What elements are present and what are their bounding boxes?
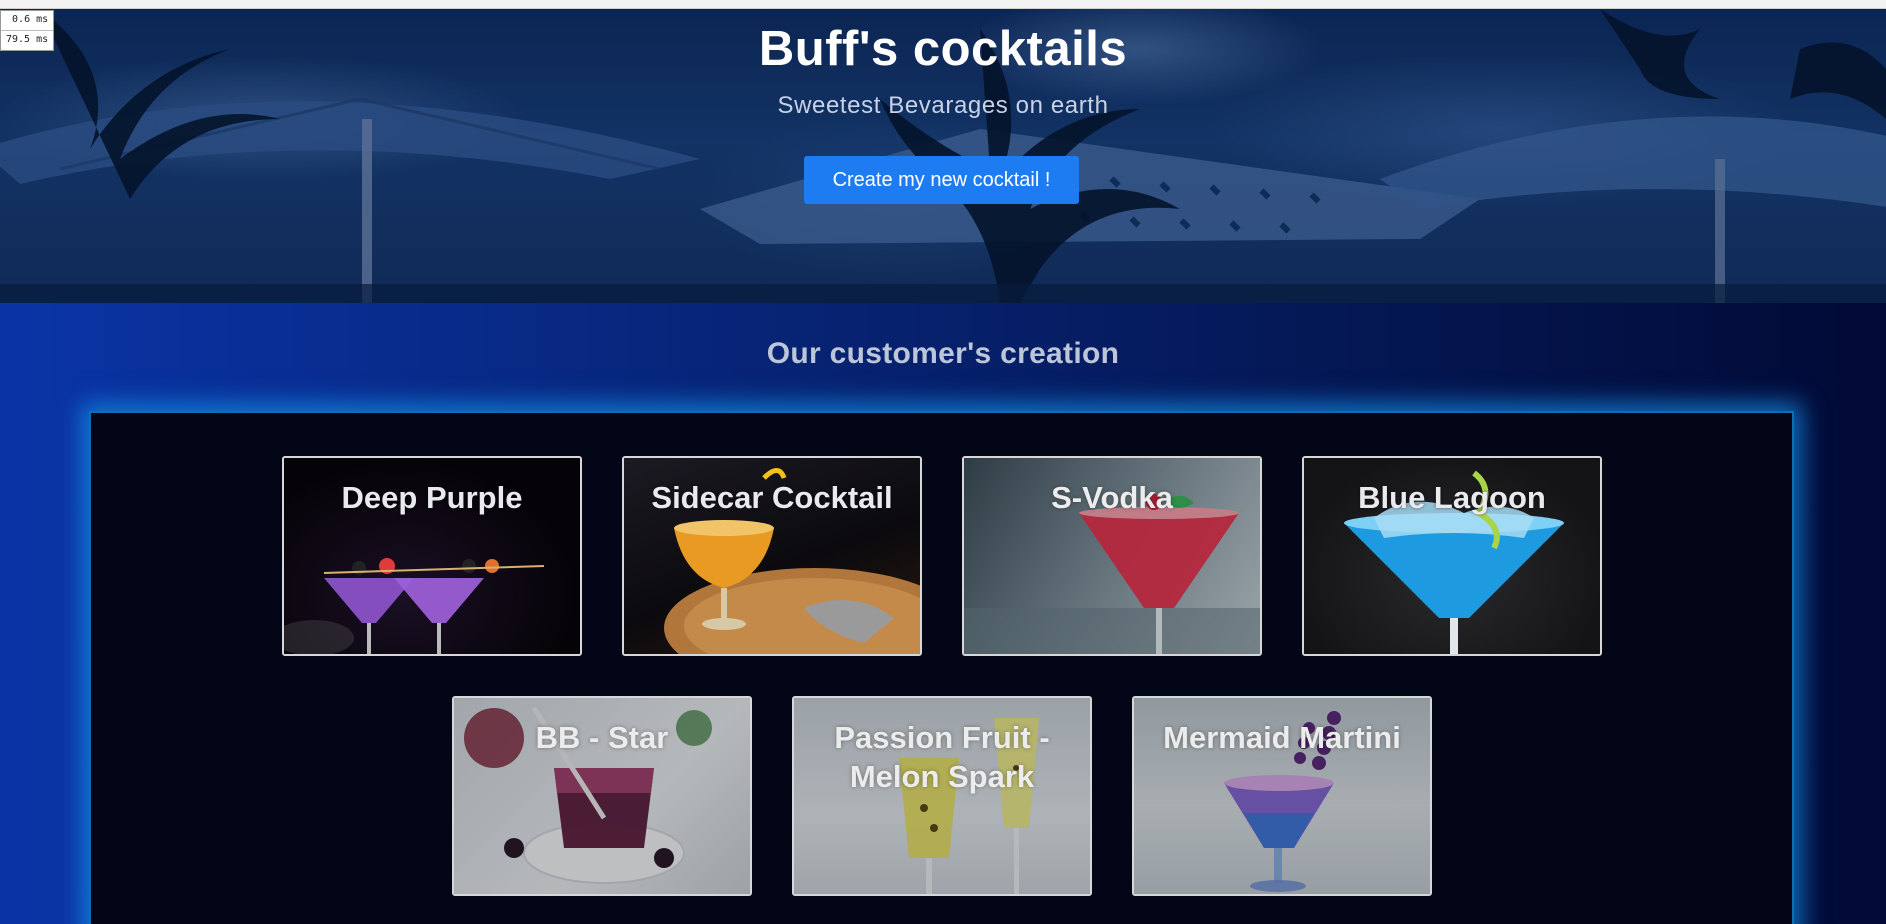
perf-line-1: 0.6 ms <box>12 14 49 25</box>
cocktail-card-deep-purple[interactable]: Deep Purple <box>282 456 582 656</box>
site-tagline: Sweetest Bevarages on earth <box>777 92 1109 119</box>
creations-section: Our customer's creation Deep Purple Side… <box>0 303 1886 924</box>
cocktail-name: Sidecar Cocktail <box>651 480 893 515</box>
cocktail-name: BB - Star <box>535 720 669 755</box>
cocktail-name: Passion Fruit - Melon Spark <box>834 720 1050 794</box>
cocktail-name: Deep Purple <box>341 480 523 515</box>
perf-overlay: 0.6 ms 79.5 ms <box>0 10 55 51</box>
cocktail-card-s-vodka[interactable]: S-Vodka <box>962 456 1262 656</box>
cocktail-card-mermaid-martini[interactable]: Mermaid Martini <box>1132 696 1432 896</box>
cocktail-card-passion-fruit[interactable]: Passion Fruit - Melon Spark <box>792 696 1092 896</box>
cocktail-name: Mermaid Martini <box>1163 720 1401 755</box>
site-title: Buff's cocktails <box>758 22 1128 76</box>
cocktail-card-blue-lagoon[interactable]: Blue Lagoon <box>1302 456 1602 656</box>
browser-top-strip <box>0 0 1886 9</box>
cocktail-name: S-Vodka <box>1051 480 1173 515</box>
cocktail-gallery: Deep Purple Sidecar Cocktail S-Vodka Blu… <box>89 411 1794 924</box>
hero-banner: Buff's cocktails Sweetest Bevarages on e… <box>0 9 1886 303</box>
section-title: Our customer's creation <box>766 337 1120 370</box>
cocktail-card-sidecar[interactable]: Sidecar Cocktail <box>622 456 922 656</box>
create-cocktail-button[interactable]: Create my new cocktail ! <box>804 156 1079 204</box>
cocktail-card-bb-star[interactable]: BB - Star <box>452 696 752 896</box>
cocktail-name: Blue Lagoon <box>1358 480 1546 515</box>
perf-line-2: 79.5 ms <box>1 30 54 50</box>
